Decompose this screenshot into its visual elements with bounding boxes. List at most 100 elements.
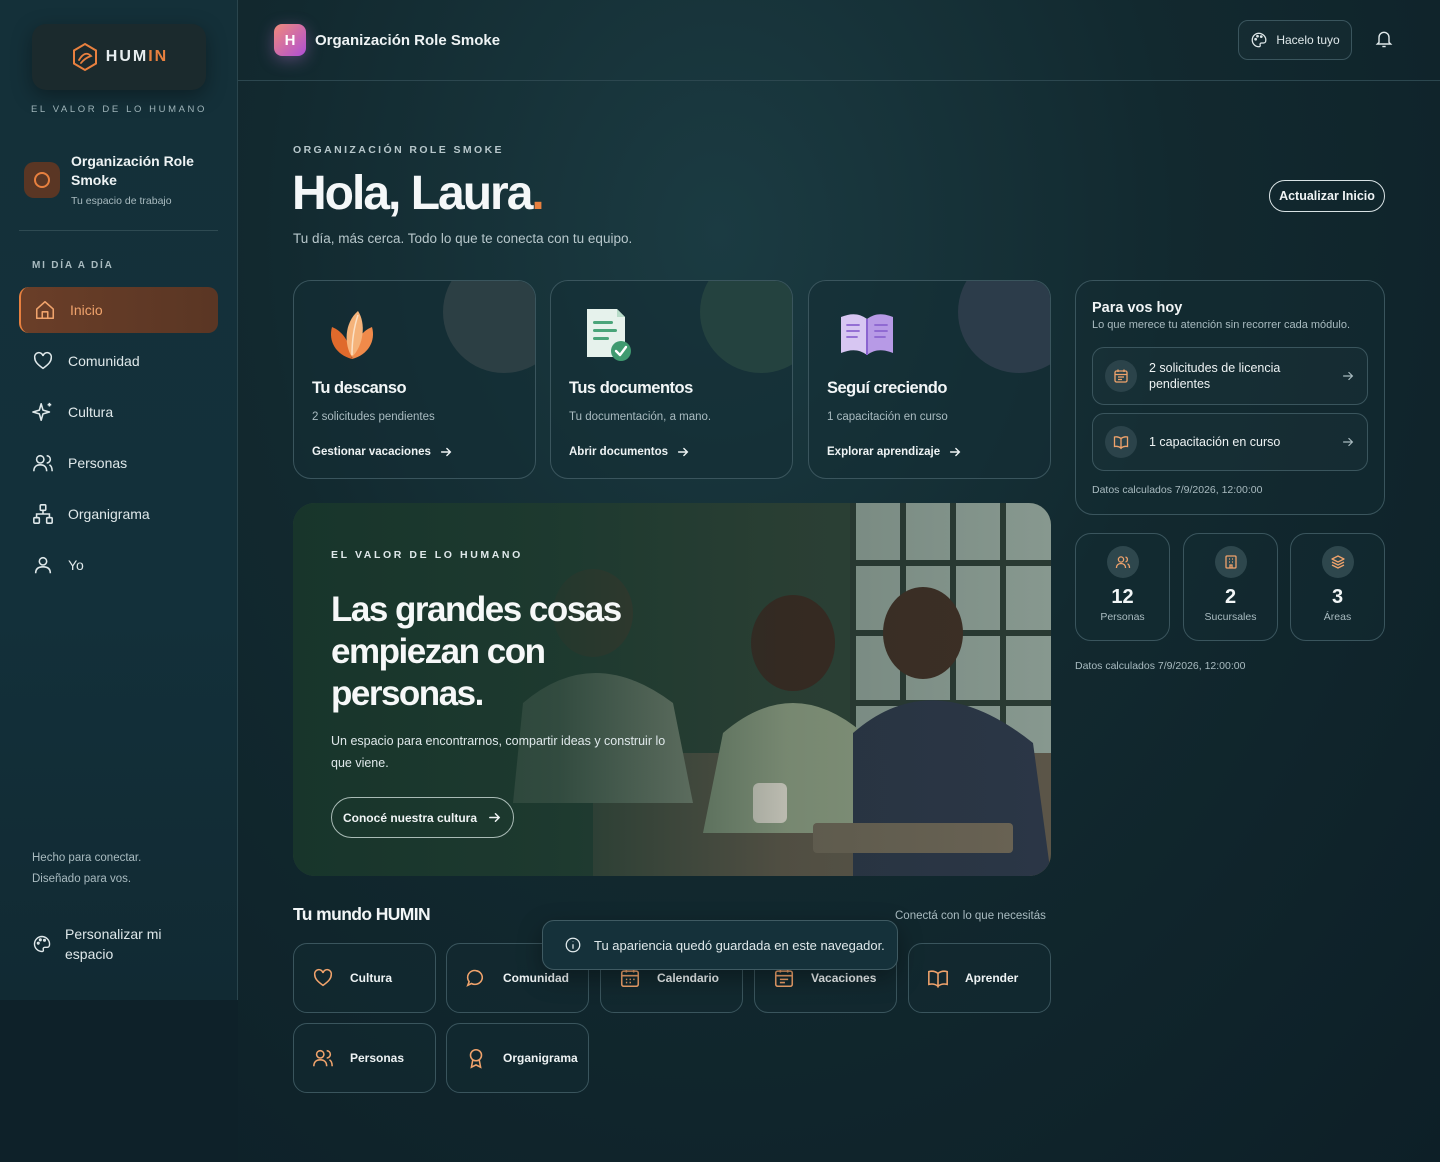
card-descanso[interactable]: Tu descanso 2 solicitudes pendientes Ges…: [293, 280, 536, 479]
calendar-icon: [1114, 369, 1128, 383]
brand-tagline: EL VALOR DE LO HUMANO: [30, 104, 208, 115]
card-link-label: Abrir documentos: [569, 446, 669, 458]
greeting: Hola, Laura: [292, 167, 533, 220]
toast-text: Tu apariencia quedó guardada en este nav…: [594, 937, 885, 953]
sidebar-item-comunidad[interactable]: Comunidad: [19, 338, 218, 384]
sidebar-footer-line: Diseñado para vos.: [32, 873, 132, 885]
todo-icon-wrap: [1105, 360, 1137, 392]
card-title: Tu descanso: [312, 379, 407, 397]
sidebar-nav: Inicio Comunidad Cultura Personas Organi…: [19, 287, 218, 593]
bell-icon[interactable]: [1374, 29, 1394, 49]
sidebar-item-label: Organigrama: [68, 506, 150, 522]
update-home-button[interactable]: Actualizar Inicio: [1269, 180, 1385, 212]
sidebar-item-label: Cultura: [68, 404, 114, 420]
sidebar-item-label: Comunidad: [68, 353, 140, 369]
card-decoration: [958, 281, 1050, 373]
sidebar-item-cultura[interactable]: Cultura: [19, 389, 218, 435]
sidebar-item-yo[interactable]: Yo: [19, 542, 218, 588]
users-icon: [313, 1049, 333, 1067]
logo-text-accent: IN: [148, 48, 169, 65]
customize-button[interactable]: Hacelo tuyo: [1238, 20, 1352, 60]
personalize-label: Personalizar mi espacio: [65, 926, 162, 962]
stat-label: Áreas: [1323, 611, 1352, 623]
chat-icon: [466, 969, 484, 987]
book-icon: [841, 314, 893, 355]
tile-label: Aprender: [965, 971, 1019, 985]
mundo-subtitle: Conectá con lo que necesitás: [895, 910, 1046, 922]
tile-label: Calendario: [657, 971, 720, 985]
card-link[interactable]: Gestionar vacaciones: [312, 445, 453, 459]
tile-label: Vacaciones: [811, 971, 877, 985]
card-title: Tus documentos: [569, 379, 693, 397]
home-icon: [35, 300, 55, 320]
top-org[interactable]: H Organización Role Smoke: [274, 24, 500, 56]
sidebar-item-personas[interactable]: Personas: [19, 440, 218, 486]
page-title: Hola, Laura.: [292, 166, 545, 221]
toast-notification: Tu apariencia quedó guardada en este nav…: [542, 920, 898, 970]
stat-icon-wrap: [1214, 546, 1247, 578]
stat-personas: 12 Personas: [1075, 533, 1170, 641]
org-name: Organización Role Smoke: [71, 153, 194, 188]
org-chart-icon: [33, 504, 53, 524]
arrow-right-icon: [440, 447, 452, 457]
tile-label: Organigrama: [503, 1051, 578, 1065]
hero-eyebrow: ORGANIZACIÓN ROLE SMOKE: [293, 144, 504, 156]
banner-eyebrow: EL VALOR DE LO HUMANO: [331, 549, 523, 561]
arrow-right-icon: [950, 447, 961, 457]
todo-item[interactable]: 1 capacitación en curso: [1092, 413, 1368, 471]
panel-subtitle: Lo que merece tu atención sin recorrer c…: [1092, 319, 1351, 331]
tile-label: Cultura: [350, 971, 392, 985]
layers-icon: [1330, 555, 1345, 569]
personalize-button[interactable]: Personalizar mi espacio: [32, 924, 175, 964]
card-link[interactable]: Explorar aprendizaje: [827, 445, 962, 459]
todo-text: 2 solicitudes de licencia pendientes: [1149, 361, 1281, 391]
arrow-right-icon: [677, 447, 689, 457]
top-org-name: Organización Role Smoke: [315, 31, 501, 49]
sidebar-item-label: Personas: [68, 455, 128, 471]
panel-footer: Datos calculados 7/9/2026, 12:00:00: [1092, 484, 1263, 496]
panel-title: Para vos hoy: [1092, 300, 1183, 316]
award-icon: [469, 1048, 483, 1069]
for-you-panel: Para vos hoy Lo que merece tu atención s…: [1075, 280, 1385, 515]
info-icon: [565, 937, 581, 953]
sidebar-section-label: MI DÍA A DÍA: [32, 260, 114, 271]
circle-icon: [34, 172, 50, 188]
humin-logo-icon: [72, 42, 97, 72]
card-decoration: [700, 281, 792, 373]
card-decoration: [443, 281, 535, 373]
tile-organigrama[interactable]: Organigrama: [446, 1023, 589, 1093]
todo-item[interactable]: 2 solicitudes de licencia pendientes: [1092, 347, 1368, 405]
sparkle-icon: [32, 402, 52, 422]
workspace-org[interactable]: Organización Role Smoke Tu espacio de tr…: [24, 152, 219, 207]
org-avatar: [24, 162, 60, 198]
card-link-label: Explorar aprendizaje: [827, 446, 941, 458]
sidebar-item-label: Inicio: [70, 302, 103, 318]
banner-text: Un espacio para encontrarnos, compartir …: [331, 734, 666, 770]
mundo-title: Tu mundo HUMIN: [293, 904, 431, 924]
sidebar-item-inicio[interactable]: Inicio: [19, 287, 218, 333]
card-aprendizaje[interactable]: Seguí creciendo 1 capacitación en curso …: [808, 280, 1051, 479]
heart-icon: [33, 351, 53, 370]
logo[interactable]: HUMIN: [32, 24, 206, 90]
card-link-label: Gestionar vacaciones: [312, 446, 431, 458]
card-subtitle: Tu documentación, a mano.: [569, 411, 712, 423]
banner-title: Las grandes cosas empiezan con personas.: [331, 590, 622, 713]
culture-button[interactable]: Conocé nuestra cultura: [331, 797, 514, 838]
sidebar-item-organigrama[interactable]: Organigrama: [19, 491, 218, 537]
stat-areas: 3 Áreas: [1290, 533, 1385, 641]
tile-cultura[interactable]: Cultura: [293, 943, 436, 1013]
card-link[interactable]: Abrir documentos: [569, 445, 690, 459]
culture-button-label: Conocé nuestra cultura: [342, 810, 478, 825]
stats-footer: Datos calculados 7/9/2026, 12:00:00: [1075, 660, 1246, 672]
stat-label: Sucursales: [1204, 611, 1257, 623]
sidebar: HUMIN EL VALOR DE LO HUMANO Organización…: [0, 0, 238, 1000]
tile-label: Personas: [350, 1051, 405, 1065]
stat-label: Personas: [1100, 611, 1145, 623]
hero-subtitle: Tu día, más cerca. Todo lo que te conect…: [293, 231, 633, 246]
tile-personas[interactable]: Personas: [293, 1023, 436, 1093]
tile-aprender[interactable]: Aprender: [908, 943, 1051, 1013]
card-documentos[interactable]: Tus documentos Tu documentación, a mano.…: [550, 280, 793, 479]
tile-label: Comunidad: [503, 971, 569, 985]
customize-label: Hacelo tuyo: [1276, 33, 1340, 47]
org-badge: H: [274, 24, 306, 56]
